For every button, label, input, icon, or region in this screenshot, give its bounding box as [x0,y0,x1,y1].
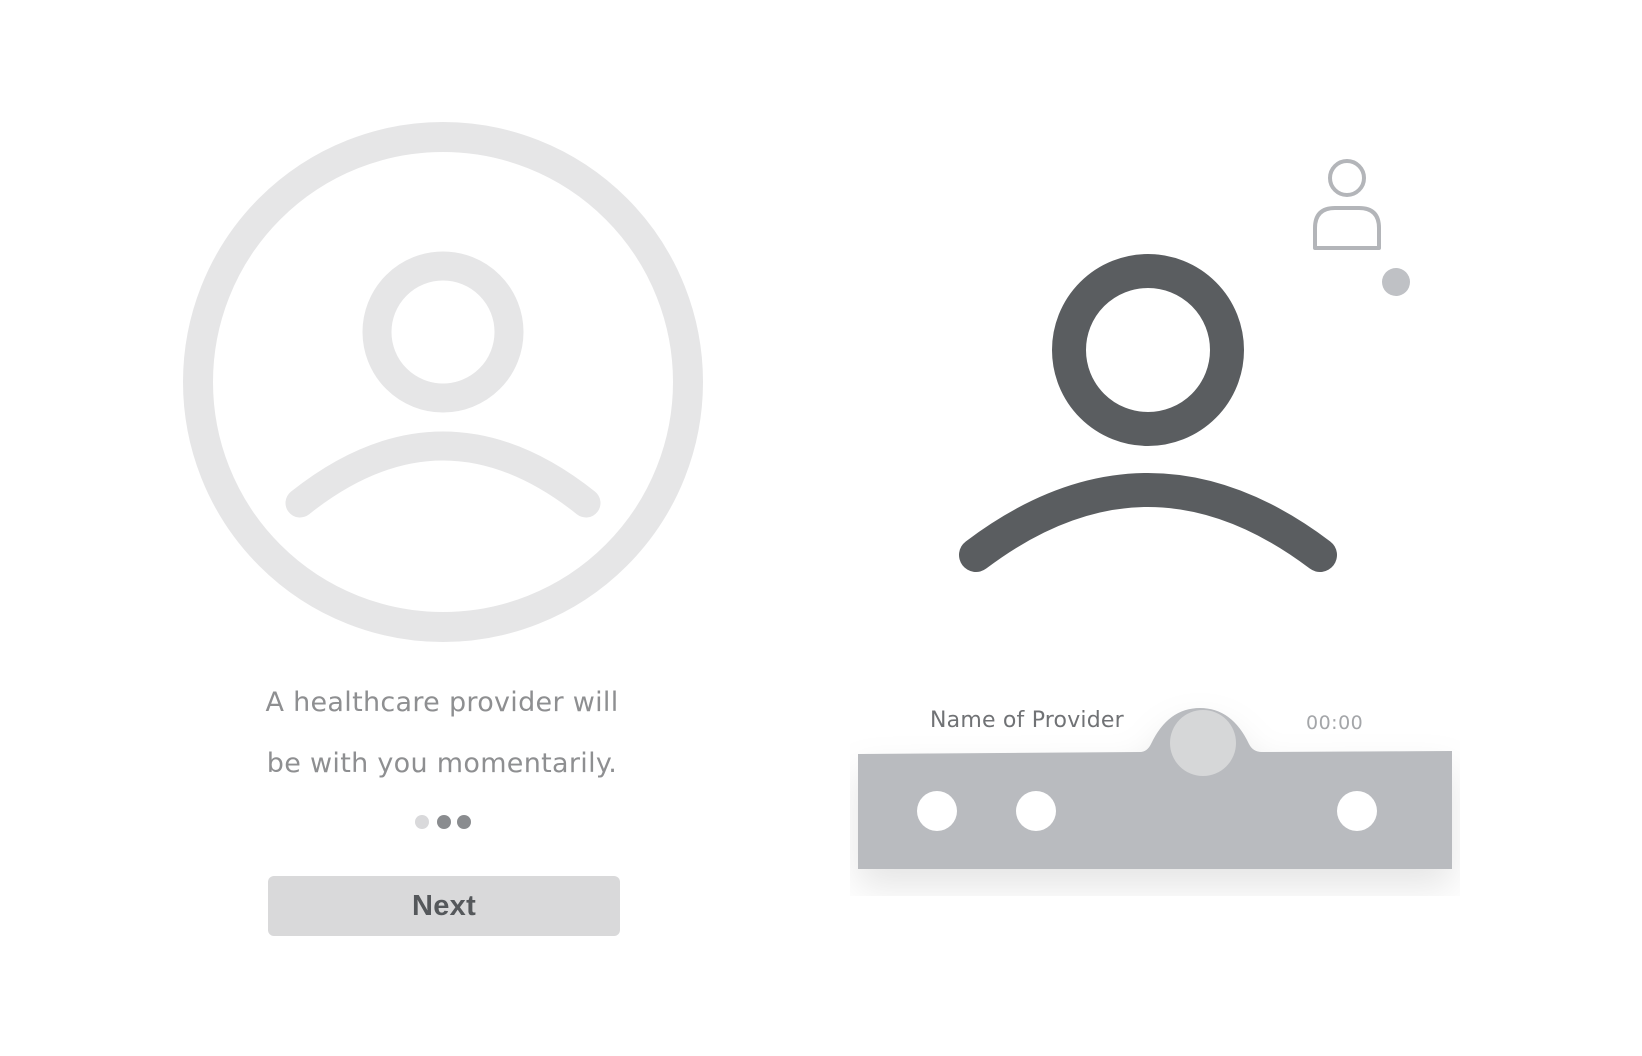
user-circle-icon [182,121,704,643]
call-timer: 00:00 [1306,712,1364,734]
waiting-message-line-2: be with you momentarily. [266,748,618,779]
loading-dot [437,815,451,829]
waiting-message-line-1: A healthcare provider will [265,687,619,718]
telehealth-waiting-screen: A healthcare provider will be with you m… [0,0,1642,1056]
control-button-left[interactable] [917,791,957,831]
loading-dot [415,815,429,829]
control-button-right[interactable] [1337,791,1377,831]
status-dot [1382,268,1410,296]
person-outline-icon[interactable] [1310,158,1384,254]
provider-name: Name of Provider [930,708,1124,733]
waiting-message: A healthcare provider will be with you m… [232,672,652,794]
next-button[interactable]: Next [268,876,620,936]
control-button-middle[interactable] [1016,791,1056,831]
provider-avatar-icon [958,254,1342,574]
loading-dot [457,815,471,829]
call-center-button[interactable] [1170,710,1236,776]
loading-indicator [415,815,473,831]
